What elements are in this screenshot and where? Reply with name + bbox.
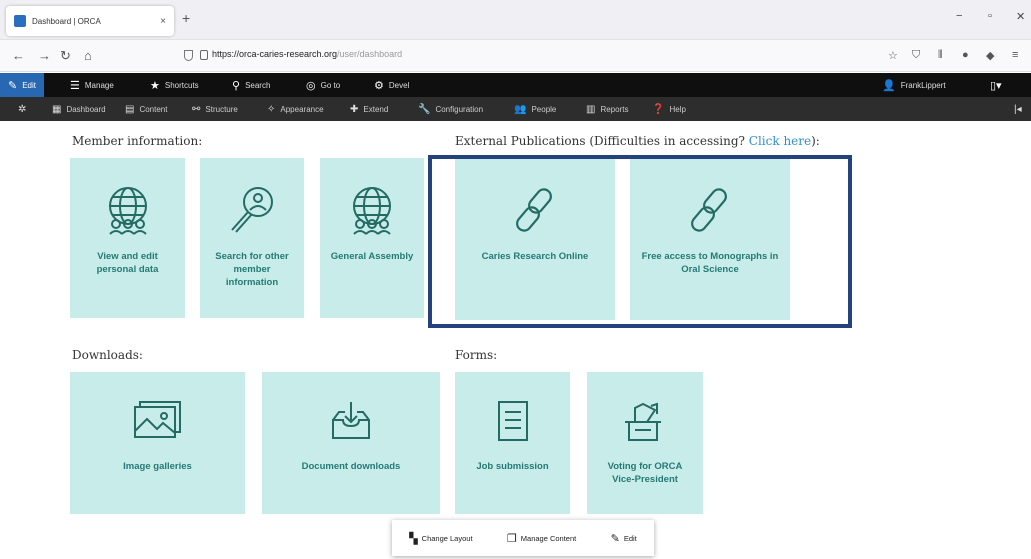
pocket-icon[interactable]: ⛉ — [912, 49, 920, 62]
tile-search-member[interactable]: Search for other member information — [200, 158, 304, 318]
tile-image-galleries[interactable]: Image galleries — [70, 372, 245, 514]
maximize-button[interactable]: ▫ — [988, 10, 992, 22]
menu-item-content[interactable]: ▤ Content — [125, 97, 167, 121]
tile-label: Job submission — [476, 461, 549, 472]
reload-icon[interactable]: ↻ — [60, 48, 71, 64]
shield-icon[interactable] — [184, 50, 193, 61]
tile-label: General Assembly — [330, 251, 414, 262]
edit-button[interactable]: ✎ Edit — [611, 532, 637, 545]
close-window-button[interactable]: ✕ — [1016, 10, 1025, 23]
pencil-icon: ✎ — [610, 532, 620, 545]
search-toolbar-button[interactable]: ⚲ Search — [232, 73, 270, 97]
url-field[interactable]: https://orca-caries-research.org/user/da… — [212, 49, 402, 59]
tab-title: Dashboard | ORCA — [32, 16, 101, 26]
menu-item-extend[interactable]: ✚ Extend — [350, 97, 388, 121]
change-layout-button[interactable]: ▚ Change Layout — [409, 532, 472, 545]
tile-label: Search for other member information — [215, 251, 289, 288]
home-icon[interactable]: ⌂ — [84, 48, 92, 63]
menu-item-configuration[interactable]: 🔧 Configuration — [418, 97, 483, 121]
content-icon: ▤ — [125, 103, 135, 115]
section-heading-member: Member information: — [72, 134, 203, 148]
hamburger-icon: ☰ — [70, 79, 80, 92]
account-icon[interactable]: ◆ — [986, 49, 994, 62]
library-icon[interactable]: ⫴ — [938, 49, 943, 62]
section-heading-forms: Forms: — [455, 348, 498, 362]
structure-icon: ⚯ — [192, 103, 201, 115]
edit-toolbar-button[interactable]: ✎ Edit — [0, 73, 45, 97]
tile-label: View and edit personal data — [96, 251, 159, 275]
tile-general-assembly[interactable]: General Assembly — [320, 158, 424, 318]
search-person-icon — [231, 187, 273, 233]
globe-people-icon — [353, 187, 391, 235]
tile-label: Voting for ORCA Vice-President — [607, 461, 683, 485]
bookmark-star-icon[interactable]: ☆ — [888, 49, 898, 62]
browser-tab[interactable]: Dashboard | ORCA × — [6, 6, 174, 36]
forward-icon[interactable]: → — [38, 48, 51, 63]
extension-icon[interactable]: ● — [962, 49, 969, 61]
menu-item-dashboard[interactable]: ▦ Dashboard — [52, 97, 106, 121]
tile-document-downloads[interactable]: Document downloads — [262, 372, 440, 514]
section-heading-downloads: Downloads: — [72, 348, 143, 362]
layout-actions-popup: ▚ Change Layout ❐ Manage Content ✎ Edit — [392, 520, 654, 556]
user-toolbar-button[interactable]: 👤 FrankLippert — [882, 73, 946, 97]
tray-icon: ▯▾ — [990, 79, 1002, 92]
menu-icon[interactable]: ≡ — [1012, 49, 1018, 61]
cog-icon: ✲ — [18, 103, 27, 115]
appearance-icon: ✧ — [267, 103, 276, 115]
layout-icon: ▚ — [409, 532, 418, 545]
people-icon: 👥 — [514, 103, 527, 115]
extend-icon: ✚ — [350, 103, 359, 115]
tray-toggle-button[interactable]: ▯▾ — [990, 73, 1007, 97]
wrench-icon: 🔧 — [418, 103, 431, 115]
manage-toolbar-button[interactable]: ☰ Manage — [70, 73, 114, 97]
goto-toolbar-button[interactable]: ◎ Go to — [306, 73, 340, 97]
toolbar-orientation-button[interactable]: |◂ — [1014, 97, 1027, 121]
browser-tab-bar: Dashboard | ORCA × + − ▫ ✕ — [0, 0, 1031, 40]
menu-item-structure[interactable]: ⚯ Structure — [192, 97, 238, 121]
dashboard-icon: ▦ — [52, 103, 62, 115]
manage-content-button[interactable]: ❐ Manage Content — [507, 532, 576, 545]
star-icon: ★ — [150, 79, 160, 92]
highlight-box — [428, 155, 852, 328]
admin-menu-bar: ✲ ▦ Dashboard ▤ Content ⚯ Structure ✧ Appear… — [0, 97, 1031, 121]
copy-icon: ❐ — [506, 532, 517, 545]
shortcuts-toolbar-button[interactable]: ★ Shortcuts — [150, 73, 199, 97]
section-heading-external: External Publications (Difficulties in a… — [455, 134, 820, 148]
menu-item-appearance[interactable]: ✧ Appearance — [267, 97, 324, 121]
pencil-icon: ✎ — [8, 79, 18, 92]
tile-label: Image galleries — [123, 461, 192, 472]
address-bar: ← → ↻ ⌂ https://orca-caries-research.org… — [0, 40, 1031, 72]
tile-view-edit-personal-data[interactable]: View and edit personal data — [70, 158, 185, 318]
document-icon — [497, 401, 528, 441]
admin-toolbar: ✎ Edit ☰ Manage ★ Shortcuts ⚲ Search ◎ Go to … — [0, 73, 1031, 97]
orientation-icon: |◂ — [1014, 103, 1022, 115]
tab-close-icon[interactable]: × — [160, 16, 166, 27]
menu-item-reports[interactable]: ▥ Reports — [586, 97, 628, 121]
image-gallery-icon — [133, 401, 181, 438]
user-icon: 👤 — [882, 79, 896, 92]
devel-toolbar-button[interactable]: ⚙ Devel — [374, 73, 409, 97]
back-icon[interactable]: ← — [12, 48, 25, 63]
menu-item-help[interactable]: ❓ Help — [652, 97, 686, 121]
tile-label: Document downloads — [301, 461, 401, 472]
download-tray-icon — [332, 402, 370, 439]
tile-job-submission[interactable]: Job submission — [455, 372, 570, 514]
lock-icon[interactable] — [200, 50, 208, 60]
tile-voting[interactable]: Voting for ORCA Vice-President — [587, 372, 703, 514]
search-icon: ⚲ — [232, 79, 241, 92]
help-icon: ❓ — [652, 103, 665, 115]
new-tab-button[interactable]: + — [182, 10, 190, 26]
goto-icon: ◎ — [306, 79, 316, 92]
favicon-icon — [14, 15, 26, 27]
minimize-button[interactable]: − — [956, 10, 962, 22]
globe-people-icon — [108, 187, 147, 235]
reports-icon: ▥ — [586, 103, 596, 115]
menu-item-people[interactable]: 👥 People — [514, 97, 556, 121]
gear-icon: ⚙ — [374, 79, 384, 92]
gear-menu-button[interactable]: ✲ — [18, 97, 31, 121]
click-here-link[interactable]: Click here — [749, 134, 811, 148]
ballot-box-icon — [625, 402, 661, 441]
